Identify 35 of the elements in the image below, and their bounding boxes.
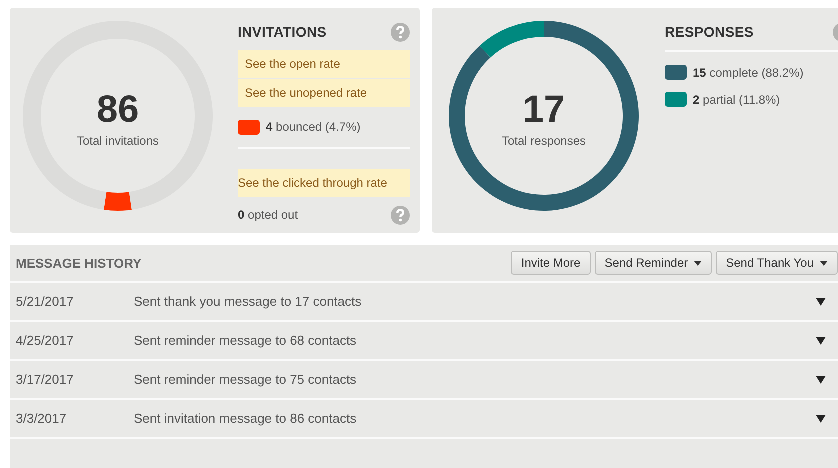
action-button[interactable]: Invite More <box>511 251 591 275</box>
message-text: Sent reminder message to 68 contacts <box>134 333 358 348</box>
caret-icon <box>820 260 828 266</box>
section-title: MESSAGE HISTORY <box>16 256 142 270</box>
total-label: Total invitations <box>76 134 160 148</box>
legend-label: 2 partial (11.8%) <box>693 92 780 106</box>
message-text: Sent invitation message to 86 contacts <box>134 411 358 426</box>
expand-icon[interactable] <box>816 336 826 344</box>
date-text: 3/3/2017 <box>16 411 68 426</box>
total-count: 86 <box>96 88 140 132</box>
total-label: Total responses <box>502 134 586 148</box>
rate-link[interactable]: See the unopened rate <box>238 79 410 107</box>
legend-label: 15 complete (88.2%) <box>693 66 804 80</box>
date-text: 4/25/2017 <box>16 333 75 348</box>
message-text: Sent thank you message to 17 contacts <box>134 294 363 309</box>
history-row[interactable]: 3/17/2017 Sent reminder message to 75 contacts <box>10 361 838 400</box>
bounced-stat: 4 bounced (4.7%) <box>266 120 361 134</box>
action-button[interactable]: Send Thank You <box>716 251 838 275</box>
rate-link[interactable]: See the open rate <box>238 50 410 78</box>
history-row[interactable]: 4/25/2017 Sent reminder message to 68 contacts <box>10 322 838 361</box>
expand-icon[interactable] <box>816 376 826 384</box>
message-text: Sent reminder message to 75 contacts <box>134 372 358 387</box>
expand-icon[interactable] <box>816 414 826 422</box>
opted-out-stat: 0 opted out <box>238 208 298 222</box>
rate-link[interactable]: See the clicked through rate <box>238 169 410 197</box>
caret-icon <box>694 260 702 266</box>
card-title: INVITATIONS <box>238 24 327 40</box>
date-text: 3/17/2017 <box>16 372 75 387</box>
history-row[interactable]: 3/3/2017 Sent invitation message to 86 contacts <box>10 400 838 439</box>
date-text: 5/21/2017 <box>16 294 75 309</box>
expand-icon[interactable] <box>816 298 826 306</box>
card-title: RESPONSES <box>665 24 754 40</box>
history-row[interactable]: 5/21/2017 Sent thank you message to 17 contacts <box>10 283 838 322</box>
total-count: 17 <box>522 88 566 132</box>
action-button[interactable]: Send Reminder <box>594 251 712 275</box>
